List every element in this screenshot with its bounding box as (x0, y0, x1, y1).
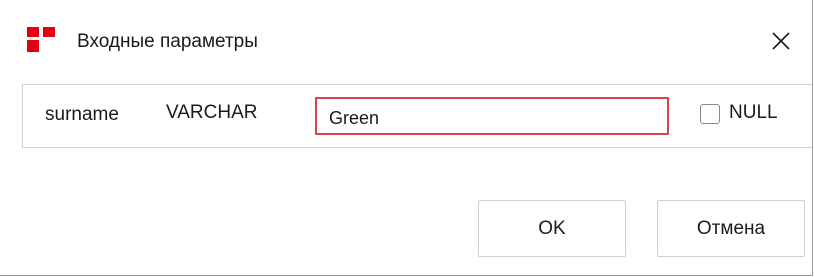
close-icon (772, 32, 790, 50)
parameter-value-input[interactable] (315, 97, 669, 135)
parameter-name: surname (45, 104, 119, 125)
ok-button[interactable]: OK (478, 200, 626, 257)
null-checkbox-label[interactable]: NULL (729, 102, 778, 124)
null-checkbox[interactable] (700, 104, 720, 124)
title-bar: Входные параметры (0, 0, 812, 70)
parameter-type: VARCHAR (166, 102, 258, 123)
parameter-row: surname VARCHAR NULL (22, 84, 812, 148)
dialog-title: Входные параметры (77, 31, 258, 52)
app-logo-icon (27, 27, 55, 52)
input-parameters-dialog: Входные параметры surname VARCHAR NULL O… (0, 0, 813, 276)
close-button[interactable] (764, 24, 798, 58)
cancel-button[interactable]: Отмена (657, 200, 805, 257)
